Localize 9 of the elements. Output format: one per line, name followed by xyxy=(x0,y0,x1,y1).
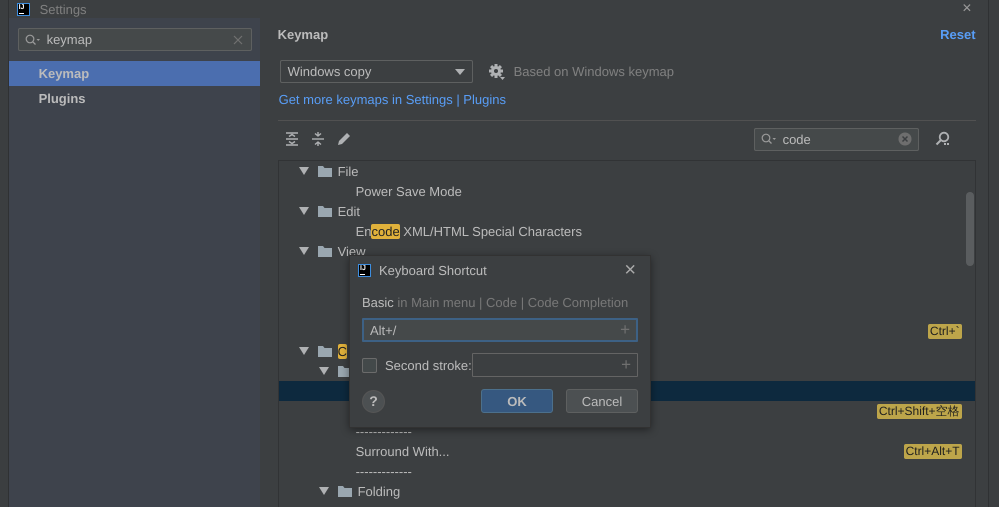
page-title: Keymap xyxy=(278,27,328,42)
shortcut-label: Ctrl+Alt+T xyxy=(904,444,962,458)
window-title: Settings xyxy=(40,2,87,16)
second-stroke-label: Second stroke: xyxy=(385,358,472,372)
action-path: Basic in Main menu | Code | Code Completion xyxy=(362,295,630,310)
based-on-label: Based on Windows keymap xyxy=(514,64,674,79)
dialog-title: Keyboard Shortcut xyxy=(379,262,487,278)
shortcut-label: Ctrl+` xyxy=(928,324,962,338)
shortcut-label: Ctrl+Shift+空格 xyxy=(876,404,962,418)
